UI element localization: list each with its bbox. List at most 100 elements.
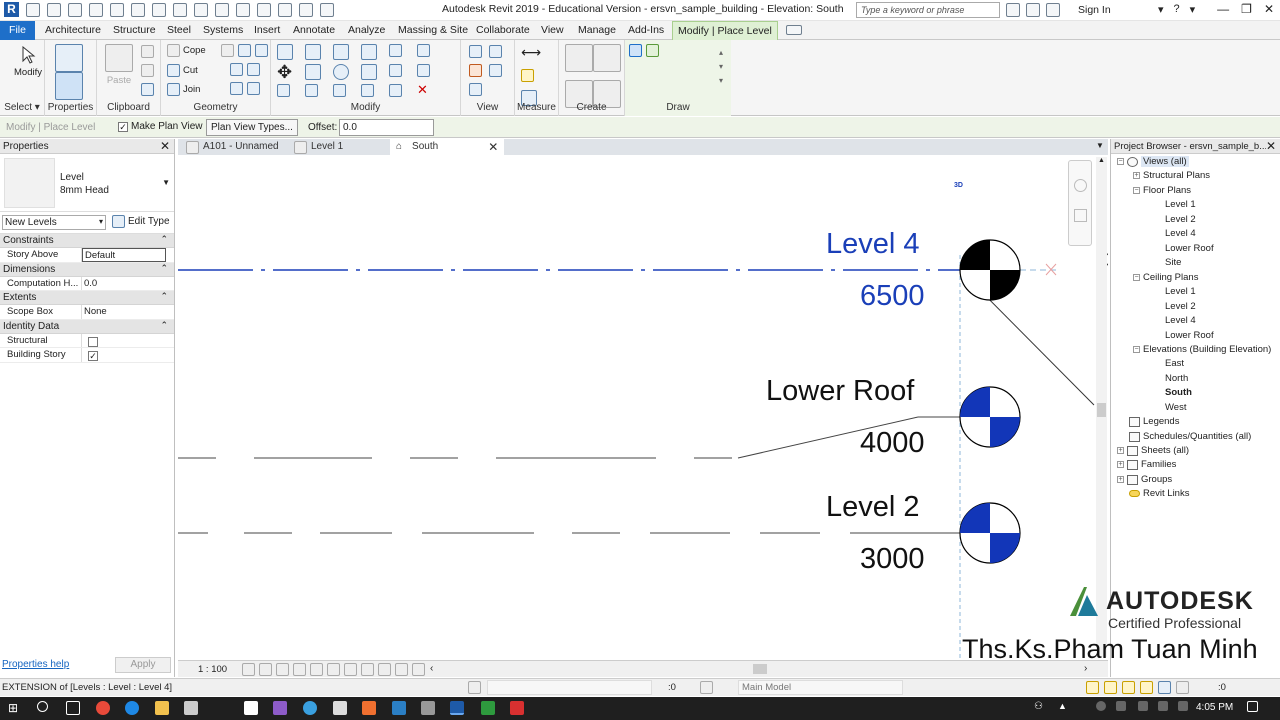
- level-name-lower-roof[interactable]: Lower Roof: [766, 375, 914, 408]
- active-workset-select[interactable]: [487, 680, 652, 695]
- browser-node-legends[interactable]: Legends: [1129, 416, 1179, 427]
- save-icon[interactable]: [47, 2, 61, 17]
- level-elevation-level-4[interactable]: 6500: [860, 280, 925, 313]
- search-input[interactable]: Type a keyword or phrase: [856, 2, 1000, 18]
- scroll-left-icon[interactable]: ‹: [430, 663, 433, 674]
- browser-node-views-all[interactable]: − Views (all): [1117, 156, 1189, 167]
- story-above-field[interactable]: Default: [82, 248, 166, 262]
- type-selector[interactable]: Level 8mm Head ▼: [0, 154, 174, 212]
- level-elevation-level-2[interactable]: 3000: [860, 543, 925, 576]
- zoom-icon[interactable]: [1074, 209, 1087, 222]
- 3d-view-icon[interactable]: [236, 2, 250, 17]
- browser-item-floor-level-2[interactable]: Level 2: [1165, 214, 1196, 225]
- cart-icon[interactable]: ▾: [1158, 3, 1164, 16]
- browser-item-ceiling-lower-roof[interactable]: Lower Roof: [1165, 330, 1214, 341]
- tab-view[interactable]: View: [536, 21, 569, 40]
- horizontal-scroll-thumb[interactable]: [753, 664, 767, 674]
- switch-windows-icon[interactable]: [320, 2, 334, 17]
- cope-button[interactable]: Cope: [167, 44, 206, 57]
- temporary-hide-icon[interactable]: [344, 663, 357, 676]
- offset-icon[interactable]: [305, 44, 321, 60]
- apply-button[interactable]: Apply: [115, 657, 171, 673]
- select-links-icon[interactable]: [1086, 681, 1099, 694]
- properties-help-link[interactable]: Properties help: [2, 659, 69, 670]
- pen-icon[interactable]: [273, 701, 287, 715]
- sign-in-button[interactable]: Sign In: [1078, 4, 1111, 16]
- detail-level-icon[interactable]: [242, 663, 255, 676]
- browser-icon[interactable]: [303, 701, 317, 715]
- notifications-icon[interactable]: [1247, 701, 1258, 712]
- view-tab-level-1[interactable]: Level 1: [294, 139, 343, 155]
- type-properties-button[interactable]: [55, 44, 83, 72]
- people-icon[interactable]: ⚇: [1034, 701, 1048, 715]
- remove-paint-icon[interactable]: [229, 82, 243, 95]
- tab-systems[interactable]: Systems: [198, 21, 248, 40]
- select-underlay-icon[interactable]: [1104, 681, 1117, 694]
- vertical-scrollbar[interactable]: ▲: [1096, 157, 1107, 657]
- tab-steel[interactable]: Steel: [162, 21, 196, 40]
- app-icon[interactable]: [362, 701, 376, 715]
- star-icon[interactable]: [1046, 3, 1060, 17]
- highlight-icon[interactable]: [412, 663, 425, 676]
- create-parts-icon[interactable]: [593, 44, 621, 72]
- network-icon[interactable]: [1138, 701, 1148, 711]
- system-clock[interactable]: 4:05 PM: [1196, 702, 1233, 713]
- chrome-icon[interactable]: [96, 701, 110, 715]
- tab-structure[interactable]: Structure: [108, 21, 161, 40]
- tab-massing-site[interactable]: Massing & Site: [393, 21, 473, 40]
- demolish-icon[interactable]: [238, 44, 251, 57]
- beam-join-icon[interactable]: [246, 63, 260, 76]
- move-icon[interactable]: ✥: [277, 63, 293, 81]
- ribbon-options-icon[interactable]: [786, 25, 802, 35]
- vertical-scroll-thumb[interactable]: [1097, 403, 1106, 417]
- override-icon[interactable]: [489, 45, 502, 58]
- tab-add-ins[interactable]: Add-Ins: [623, 21, 669, 40]
- extend-icon[interactable]: [389, 84, 402, 97]
- phone-icon[interactable]: [333, 701, 347, 715]
- scroll-up-icon[interactable]: ▲: [1098, 157, 1105, 164]
- hide-icon[interactable]: [469, 45, 482, 58]
- group-identity-data[interactable]: Identity Data ⌃: [0, 319, 174, 334]
- store-icon[interactable]: [184, 701, 198, 715]
- browser-node-families[interactable]: + Families: [1117, 459, 1176, 470]
- level-head-level-2[interactable]: [959, 502, 1021, 564]
- copy-to-clipboard-icon[interactable]: [141, 64, 154, 77]
- camtasia-icon[interactable]: [481, 701, 495, 715]
- measure-distance-icon[interactable]: ⟷: [521, 45, 541, 61]
- browser-item-floor-level-4[interactable]: Level 4: [1165, 228, 1196, 239]
- browser-node-structural-plans[interactable]: + Structural Plans: [1133, 170, 1210, 181]
- delete-icon[interactable]: ✕: [417, 83, 430, 97]
- tab-analyze[interactable]: Analyze: [343, 21, 390, 40]
- chevron-down-icon[interactable]: ▾: [1190, 3, 1196, 16]
- make-plan-view-checkbox[interactable]: ✓ Make Plan View: [118, 121, 203, 132]
- thin-lines-icon[interactable]: [278, 2, 292, 17]
- view-tab-a101[interactable]: A101 - Unnamed: [186, 139, 279, 155]
- tab-collaborate[interactable]: Collaborate: [471, 21, 535, 40]
- file-explorer-icon[interactable]: [155, 701, 169, 715]
- browser-item-ceiling-level-2[interactable]: Level 2: [1165, 301, 1196, 312]
- tab-architecture[interactable]: Architecture: [40, 21, 106, 40]
- measure-icon[interactable]: [152, 2, 166, 17]
- battery-icon[interactable]: [1116, 701, 1126, 711]
- network-app-icon[interactable]: [392, 701, 406, 715]
- close-hidden-icon[interactable]: [299, 2, 313, 17]
- sync-icon[interactable]: [68, 2, 82, 17]
- redo-icon[interactable]: [110, 2, 124, 17]
- drag-elements-icon[interactable]: [1158, 681, 1171, 694]
- drawing-canvas[interactable]: 3D Level 4 6500 Lower Roof 4000 Level 2 …: [178, 155, 1108, 660]
- revit-taskbar-icon[interactable]: [450, 701, 464, 715]
- tray-expand-icon[interactable]: ▲: [1058, 701, 1072, 715]
- browser-item-ceiling-level-1[interactable]: Level 1: [1165, 286, 1196, 297]
- browser-item-floor-site[interactable]: Site: [1165, 257, 1181, 268]
- create-assembly-icon[interactable]: [565, 44, 593, 72]
- select-pinned-icon[interactable]: [1122, 681, 1135, 694]
- match-type-icon[interactable]: [141, 83, 154, 96]
- modify-button[interactable]: Modify: [14, 46, 42, 78]
- trim-extend-icon[interactable]: [361, 64, 377, 80]
- cut-to-clipboard-icon[interactable]: [141, 45, 154, 58]
- browser-node-ceiling-plans[interactable]: − Ceiling Plans: [1133, 272, 1198, 283]
- level-name-level-2[interactable]: Level 2: [826, 491, 920, 524]
- browser-item-east[interactable]: East: [1165, 358, 1184, 369]
- start-icon[interactable]: ⊞: [8, 701, 22, 715]
- browser-item-ceiling-level-4[interactable]: Level 4: [1165, 315, 1196, 326]
